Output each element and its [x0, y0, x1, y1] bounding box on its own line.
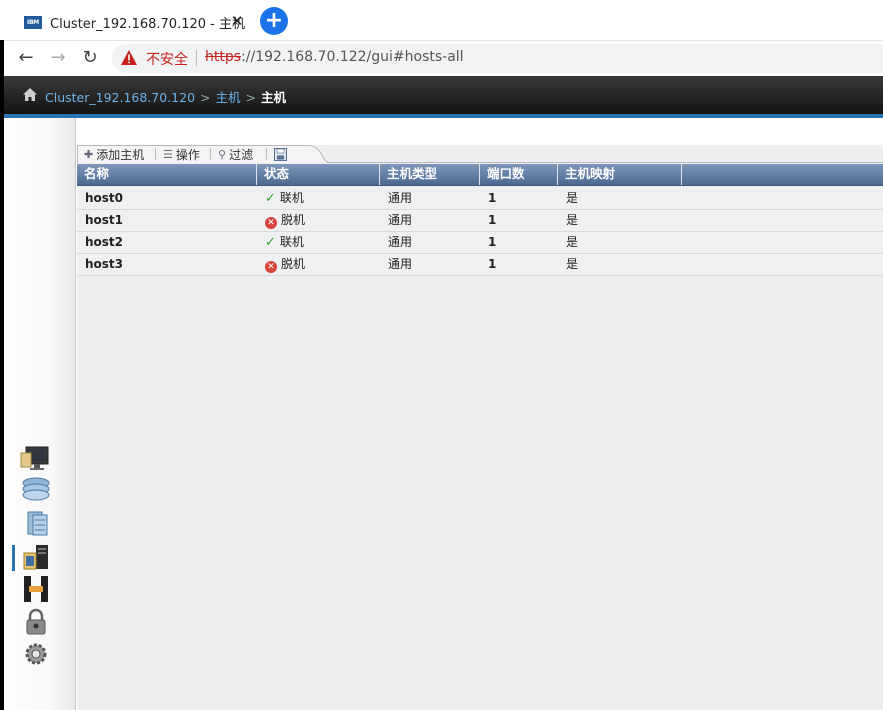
actions-menu-button[interactable]: ☰ 操作 — [163, 146, 200, 162]
monitoring-icon[interactable] — [20, 445, 52, 473]
access-icon[interactable] — [20, 608, 52, 636]
actions-label: 操作 — [175, 147, 200, 162]
cell-ports: 1 — [488, 191, 497, 205]
back-icon[interactable]: ← — [14, 46, 38, 70]
column-header-status[interactable]: 状态 — [257, 164, 380, 185]
status-text: 联机 — [279, 235, 304, 249]
browser-tab[interactable]: IBM Cluster_192.168.70.120 - 主机 ✕ — [14, 4, 254, 40]
cell-host-type: 通用 — [388, 191, 413, 205]
cell-status: ✕ 脱机 — [257, 210, 305, 231]
breadcrumb-separator: > — [200, 90, 211, 105]
hosts-panel: ✚ 添加主机 ☰ 操作 ⚲ 过滤 名称 状态 主机类型 端口数 主机映射 hos… — [77, 145, 883, 710]
check-icon: ✓ — [265, 235, 276, 250]
breadcrumb-separator: > — [245, 90, 257, 105]
filter-button[interactable]: ⚲ 过滤 — [218, 146, 253, 162]
cell-name: host0 — [85, 191, 124, 205]
settings-icon[interactable] — [20, 640, 52, 668]
column-header-ports[interactable]: 端口数 — [480, 164, 558, 185]
cell-status: ✓ 联机 — [257, 188, 304, 209]
cell-status: ✓ 联机 — [257, 232, 304, 253]
address-bar[interactable]: 不安全 https://192.168.70.122/gui#hosts-all — [112, 44, 883, 73]
breadcrumb-current: 主机 — [261, 90, 287, 105]
error-icon: ✕ — [265, 217, 277, 229]
not-secure-label[interactable]: 不安全 — [146, 49, 188, 69]
omnibox-divider — [196, 50, 197, 66]
new-tab-button[interactable]: + — [260, 7, 288, 35]
cell-ports: 1 — [488, 213, 497, 227]
cell-name: host2 — [85, 235, 124, 249]
cell-mapping: 是 — [566, 235, 579, 249]
plus-icon: ✚ — [84, 147, 94, 161]
status-text: 脱机 — [281, 213, 306, 227]
toolbar-divider — [266, 148, 267, 160]
breadcrumb-hosts[interactable]: 主机 — [216, 90, 241, 105]
grid-toolbar: ✚ 添加主机 ☰ 操作 ⚲ 过滤 — [77, 145, 883, 163]
cell-name: host1 — [85, 213, 124, 227]
breadcrumb-cluster[interactable]: Cluster_192.168.70.120 — [45, 90, 195, 105]
volumes-icon[interactable] — [20, 509, 52, 537]
save-icon[interactable] — [274, 148, 287, 161]
tab-title: Cluster_192.168.70.120 - 主机 — [50, 16, 245, 32]
table-row[interactable]: host3 ✕ 脱机 通用 1 是 — [77, 254, 883, 276]
browser-tab-bar: IBM Cluster_192.168.70.120 - 主机 ✕ + — [0, 0, 883, 40]
cell-mapping: 是 — [566, 257, 579, 271]
home-icon[interactable] — [23, 88, 37, 101]
status-text: 联机 — [279, 191, 304, 205]
cell-mapping: 是 — [566, 213, 579, 227]
reload-icon[interactable]: ↻ — [78, 46, 102, 70]
add-host-button[interactable]: ✚ 添加主机 — [84, 146, 144, 162]
breadcrumb: Cluster_192.168.70.120 > 主机 > 主机 — [45, 87, 286, 106]
list-icon: ☰ — [163, 147, 173, 161]
forward-icon[interactable]: → — [46, 46, 70, 70]
active-nav-indicator — [12, 545, 15, 571]
magnifier-icon: ⚲ — [218, 147, 227, 161]
cell-ports: 1 — [488, 257, 497, 271]
app-header: Cluster_192.168.70.120 > 主机 > 主机 — [4, 76, 883, 114]
tab-close-icon[interactable]: ✕ — [229, 12, 245, 30]
status-text: 脱机 — [281, 257, 306, 271]
copy-services-icon[interactable] — [20, 575, 52, 603]
warning-icon[interactable] — [121, 50, 137, 65]
side-nav — [4, 118, 76, 710]
filter-label: 过滤 — [229, 147, 254, 162]
pools-icon[interactable] — [20, 475, 52, 503]
toolbar-divider — [210, 148, 211, 160]
add-host-label: 添加主机 — [96, 147, 145, 162]
url-path: ://192.168.70.122/gui#hosts-all — [241, 49, 464, 65]
browser-toolbar: ← → ↻ 不安全 https://192.168.70.122/gui#hos… — [0, 40, 883, 74]
cell-status: ✕ 脱机 — [257, 254, 305, 275]
cell-host-type: 通用 — [388, 213, 413, 227]
table-row[interactable]: host1 ✕ 脱机 通用 1 是 — [77, 210, 883, 232]
toolbar-tab-edge — [298, 145, 328, 163]
table-row[interactable]: host0 ✓ 联机 通用 1 是 — [77, 188, 883, 210]
toolbar-baseline — [327, 162, 883, 163]
cell-name: host3 — [85, 257, 124, 271]
ibm-favicon-icon: IBM — [24, 15, 42, 29]
grid-header: 名称 状态 主机类型 端口数 主机映射 — [77, 164, 883, 186]
cell-host-type: 通用 — [388, 235, 413, 249]
table-row[interactable]: host2 ✓ 联机 通用 1 是 — [77, 232, 883, 254]
header-accent-line — [4, 114, 883, 118]
hosts-icon[interactable] — [20, 543, 52, 571]
toolbar-divider — [155, 148, 156, 160]
cell-host-type: 通用 — [388, 257, 413, 271]
column-header-host-type[interactable]: 主机类型 — [380, 164, 480, 185]
cell-ports: 1 — [488, 235, 497, 249]
cell-mapping: 是 — [566, 191, 579, 205]
error-icon: ✕ — [265, 261, 277, 273]
url-scheme: https — [205, 49, 242, 65]
check-icon: ✓ — [265, 191, 276, 206]
column-header-mapping[interactable]: 主机映射 — [558, 164, 682, 185]
column-header-name[interactable]: 名称 — [77, 164, 257, 185]
url-text[interactable]: https://192.168.70.122/gui#hosts-all — [205, 49, 464, 65]
